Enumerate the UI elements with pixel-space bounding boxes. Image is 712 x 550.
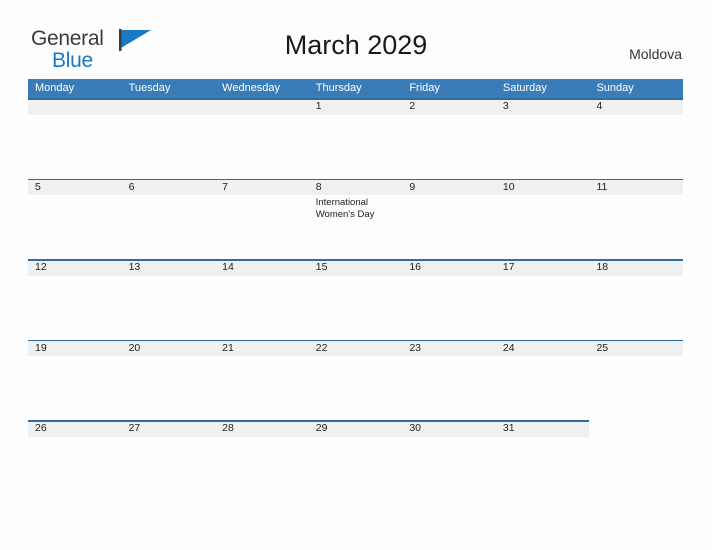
day-cell[interactable]: 18	[589, 259, 683, 339]
day-number: 17	[502, 261, 515, 273]
day-number: 26	[35, 422, 47, 434]
day-cell[interactable]: 5	[28, 179, 122, 259]
country-label: Moldova	[629, 46, 682, 62]
day-number: 2	[409, 100, 416, 112]
calendar-week-row: 12 13 14 15 16 17 18	[28, 259, 683, 340]
day-cell[interactable]: 16	[402, 259, 496, 339]
weekday-saturday: Saturday	[502, 82, 547, 94]
calendar-week-row: 19 20 21 22 23 24 25	[28, 339, 683, 421]
day-cell[interactable]: 17	[496, 259, 590, 339]
day-cell-empty	[589, 420, 683, 500]
day-number: 14	[222, 261, 234, 273]
weekday-wednesday: Wednesday	[222, 82, 281, 94]
day-cell[interactable]: 31	[496, 420, 590, 500]
day-cell[interactable]: 1	[309, 98, 403, 178]
weekday-thursday: Thursday	[315, 82, 362, 94]
day-cell[interactable]: 12	[28, 259, 122, 339]
day-cell[interactable]: 24	[496, 340, 590, 420]
weekday-header-row: Monday Tuesday Wednesday Thursday Friday…	[28, 79, 683, 98]
day-number	[129, 100, 216, 113]
day-number: 21	[222, 341, 234, 354]
day-number: 16	[409, 261, 421, 273]
calendar-week-row: 5 6 7 8 International Women's Day 9 10 11	[28, 178, 683, 260]
calendar-week-row: 26 27 28 29 30 31	[28, 420, 683, 501]
day-cell[interactable]: 26	[28, 420, 122, 500]
day-cell[interactable]: 15	[309, 259, 403, 339]
day-cell[interactable]: 25	[589, 340, 683, 420]
day-cell[interactable]: 21	[215, 340, 309, 420]
week-day-cells: 1 2 3 4	[28, 98, 683, 178]
day-cell[interactable]: 4	[589, 98, 683, 178]
day-cell[interactable]: 27	[122, 420, 216, 500]
day-number: 12	[35, 261, 47, 273]
week-day-cells: 5 6 7 8 International Women's Day 9 10 11	[28, 179, 683, 259]
day-cell[interactable]: 11	[589, 179, 683, 259]
day-cell[interactable]: 22	[309, 340, 403, 420]
day-cell[interactable]: 2	[402, 98, 496, 178]
day-number: 10	[502, 180, 515, 193]
day-number: 13	[128, 261, 141, 273]
day-number	[35, 100, 122, 113]
day-number: 6	[128, 180, 135, 193]
day-cell[interactable]: 10	[496, 179, 590, 259]
day-cell[interactable]: 14	[215, 259, 309, 339]
weekday-friday: Friday	[409, 82, 440, 94]
weekday-sunday: Sunday	[596, 82, 634, 94]
day-cell[interactable]: 13	[122, 259, 216, 339]
day-number: 25	[596, 341, 609, 354]
day-cell[interactable]: 6	[122, 179, 216, 259]
day-number: 18	[596, 261, 609, 273]
day-number: 31	[502, 422, 515, 434]
day-number: 9	[409, 180, 416, 193]
day-number: 24	[502, 341, 515, 354]
page-title: March 2029	[284, 30, 428, 60]
day-cell[interactable]: 3	[496, 98, 590, 178]
day-cell-empty	[215, 98, 309, 178]
day-number: 29	[315, 422, 328, 434]
day-cell-empty	[122, 98, 216, 178]
day-number: 7	[222, 180, 228, 193]
day-number: 20	[128, 341, 141, 354]
day-cell[interactable]: 7	[215, 179, 309, 259]
day-cell[interactable]: 9	[402, 179, 496, 259]
page-header: General Blue March 2029 Moldova	[0, 0, 712, 71]
weekday-tuesday: Tuesday	[128, 82, 171, 94]
day-number: 8	[315, 180, 322, 193]
day-number: 23	[409, 341, 421, 354]
day-number: 3	[502, 100, 509, 112]
day-cell[interactable]: 29	[309, 420, 403, 500]
weekday-monday: Monday	[35, 82, 75, 94]
day-cell-empty	[28, 98, 122, 178]
day-cell[interactable]: 20	[122, 340, 216, 420]
day-number: 19	[35, 341, 47, 354]
week-day-cells: 12 13 14 15 16 17 18	[28, 259, 683, 339]
week-day-cells: 19 20 21 22 23 24 25	[28, 340, 683, 420]
calendar-grid: Monday Tuesday Wednesday Thursday Friday…	[28, 79, 683, 501]
day-number: 22	[315, 341, 328, 354]
week-day-cells: 26 27 28 29 30 31	[28, 420, 683, 500]
day-number: 4	[596, 100, 603, 112]
day-cell[interactable]: 23	[402, 340, 496, 420]
calendar-weeks: 1 2 3 4 5 6 7 8 International Women's Day 9 10 11 12…	[28, 98, 683, 501]
day-number: 1	[315, 100, 322, 112]
day-number: 28	[222, 422, 234, 434]
day-number: 5	[35, 180, 41, 193]
day-cell[interactable]: 30	[402, 420, 496, 500]
calendar-week-row: 1 2 3 4	[28, 98, 683, 179]
day-number: 27	[128, 422, 141, 434]
day-number: 30	[409, 422, 421, 434]
holiday-event-label: International Women's Day	[315, 196, 375, 220]
day-number: 11	[596, 180, 608, 193]
day-number	[596, 422, 683, 435]
day-events: International Women's Day	[316, 197, 403, 221]
day-cell[interactable]: 8 International Women's Day	[309, 179, 403, 259]
day-cell[interactable]: 28	[215, 420, 309, 500]
day-number: 15	[315, 261, 328, 273]
day-cell[interactable]: 19	[28, 340, 122, 420]
day-number	[222, 100, 309, 113]
